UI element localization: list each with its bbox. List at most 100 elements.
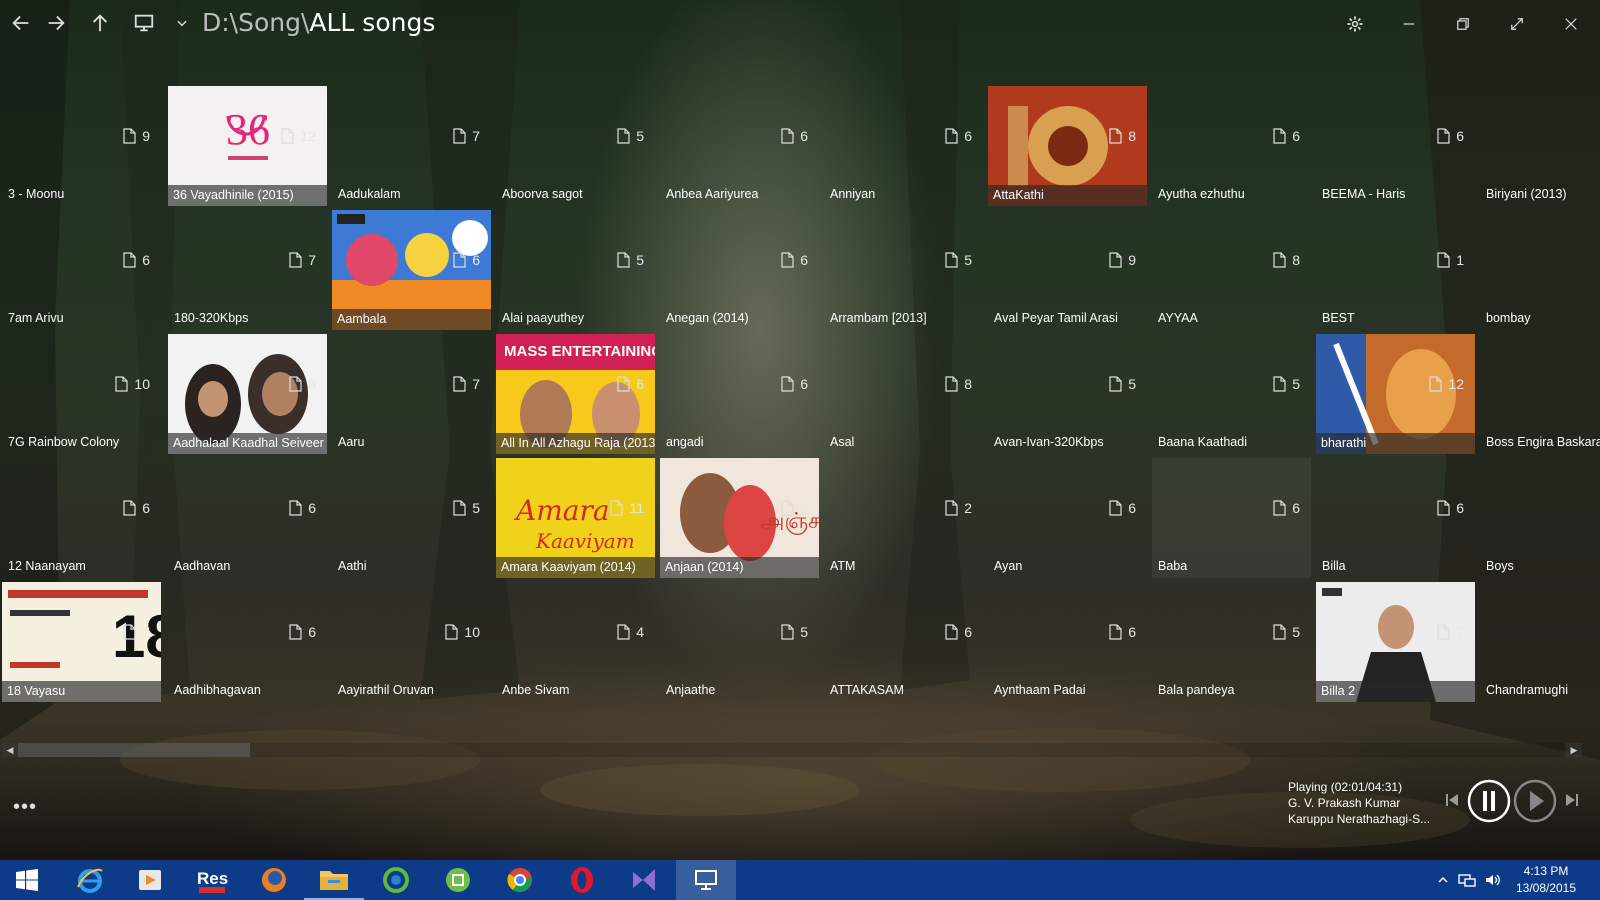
folder-tile[interactable]: 8 Aadhalaal Kaadhal Seiveer (168, 334, 327, 454)
pause-button[interactable] (1466, 778, 1512, 824)
file-count-value: 9 (142, 128, 150, 144)
back-button[interactable] (6, 8, 36, 38)
folder-tile[interactable]: 6 Anniyan (824, 86, 983, 206)
minimize-button[interactable] (1392, 10, 1426, 38)
file-icon (617, 128, 630, 144)
folder-tile[interactable]: அஞ்சான்8Anjaan (2014) (660, 458, 819, 578)
settings-button[interactable] (1338, 10, 1372, 38)
more-options-button[interactable]: ••• (13, 797, 37, 817)
taskbar-clock[interactable]: 4:13 PM 13/08/2015 (1500, 863, 1592, 897)
folder-tile[interactable]: 6 Anbea Aariyurea (660, 86, 819, 206)
folder-tile[interactable]: 5 Bala pandeya (1152, 582, 1311, 702)
file-count-value: 5 (636, 128, 644, 144)
folder-tile[interactable]: 6 Ayan (988, 458, 1147, 578)
folder-tile[interactable]: 6 angadi (660, 334, 819, 454)
folder-tile[interactable]: Boss Engira Baskaran (1480, 334, 1600, 454)
folder-tile[interactable]: 6 Aadhavan (168, 458, 327, 578)
folder-tile[interactable]: 36 12 36 Vayadhinile (2015) (168, 86, 327, 206)
address-path[interactable]: D:\Song\ALL songs (202, 8, 435, 37)
file-icon (123, 624, 136, 640)
folder-tile[interactable]: 7 180-320Kbps (168, 210, 327, 330)
horizontal-scrollbar[interactable]: ◀ ▶ (0, 741, 1600, 759)
folder-tile[interactable]: 4 Anbe Sivam (496, 582, 655, 702)
folder-tile[interactable]: 5 Aathi (332, 458, 491, 578)
folder-tile[interactable]: 6 ATTAKASAM (824, 582, 983, 702)
scrollbar-thumb[interactable] (18, 743, 250, 757)
folder-tile[interactable]: Amara Kaaviyam 11 Amara Kaaviyam (2014) (496, 458, 655, 578)
folder-tile[interactable]: 10 Aayirathil Oruvan (332, 582, 491, 702)
start-button[interactable] (0, 860, 54, 900)
play-button[interactable] (1512, 778, 1558, 824)
taskbar-internet-explorer[interactable] (60, 860, 120, 900)
folder-tile[interactable]: 6 Aadhibhagavan (168, 582, 327, 702)
tray-overflow-chevron-icon[interactable] (1438, 875, 1448, 885)
folder-name: Asal (830, 435, 855, 449)
taskbar-file-explorer[interactable] (304, 860, 364, 900)
folder-tile[interactable]: 7 Billa 2 (1316, 582, 1475, 702)
folder-tile[interactable]: 6 Baba (1152, 458, 1311, 578)
folder-tile[interactable]: 6 Ayutha ezhuthu (1152, 86, 1311, 206)
restore-button[interactable] (1446, 10, 1480, 38)
folder-tile[interactable]: Biriyani (2013) (1480, 86, 1600, 206)
forward-button[interactable] (41, 8, 71, 38)
folder-tile[interactable]: 8 AYYAA (1152, 210, 1311, 330)
taskbar-firefox[interactable] (244, 860, 304, 900)
folder-name: 3 - Moonu (8, 187, 65, 201)
taskbar-chrome[interactable] (490, 860, 550, 900)
folder-tile[interactable]: Chandramughi (1480, 582, 1600, 702)
folder-tile[interactable]: 6 Anegan (2014) (660, 210, 819, 330)
folder-tile[interactable]: 6 12 Naanayam (2, 458, 161, 578)
taskbar-res-app[interactable]: Res (182, 860, 242, 900)
file-count-value: 5 (800, 624, 808, 640)
folder-tile[interactable]: 5 Avan-Ivan-320Kbps (988, 334, 1147, 454)
close-button[interactable] (1554, 10, 1588, 38)
up-button[interactable] (85, 8, 115, 38)
folder-tile[interactable]: 10 7G Rainbow Colony (2, 334, 161, 454)
folder-tile[interactable]: MASS ENTERTAINING MUSIC 6 All In All Azhag… (496, 334, 655, 454)
taskbar-visual-studio[interactable] (614, 860, 674, 900)
file-count-value: 7 (472, 376, 480, 392)
taskbar-media-player[interactable] (120, 860, 180, 900)
file-explorer-icon (320, 871, 348, 890)
file-count-value: 6 (800, 376, 808, 392)
folder-tile[interactable]: 9 3 - Moonu (2, 86, 161, 206)
folder-tile[interactable]: 1 BEST (1316, 210, 1475, 330)
path-current-folder[interactable]: ALL songs (309, 8, 435, 37)
taskbar-sync-app[interactable] (366, 860, 426, 900)
folder-tile[interactable]: 8 Asal (824, 334, 983, 454)
scroll-left-arrow[interactable]: ◀ (2, 743, 18, 757)
folder-tile[interactable]: 7 Aadukalam (332, 86, 491, 206)
folder-tile[interactable]: 6 Billa (1316, 458, 1475, 578)
taskbar-store-app[interactable] (428, 860, 488, 900)
folder-tile[interactable]: 5 Alai paayuthey (496, 210, 655, 330)
previous-track-icon[interactable] (1444, 792, 1460, 808)
folder-tile[interactable]: 18718 Vayasu (2, 582, 161, 702)
folder-tile[interactable]: 2 ATM (824, 458, 983, 578)
folder-tile[interactable]: bombay (1480, 210, 1600, 330)
folder-tile[interactable]: 5 Arrambam [2013] (824, 210, 983, 330)
history-dropdown[interactable] (172, 8, 192, 38)
folder-name: ATTAKASAM (830, 683, 904, 697)
folder-tile[interactable]: 5 Aboorva sagot (496, 86, 655, 206)
file-count-value: 5 (472, 500, 480, 516)
folder-tile[interactable]: 7 Aaru (332, 334, 491, 454)
folder-tile[interactable]: 6 7am Arivu (2, 210, 161, 330)
path-root[interactable]: D:\Song\ (202, 8, 309, 37)
computer-button[interactable] (129, 8, 159, 38)
folder-tile[interactable]: 5 Baana Kaathadi (1152, 334, 1311, 454)
folder-tile[interactable]: 6 BEEMA - Haris (1316, 86, 1475, 206)
file-icon (945, 624, 958, 640)
folder-tile[interactable]: 8 AttaKathi (988, 86, 1147, 206)
taskbar-this-pc-app[interactable] (676, 860, 736, 900)
folder-tile[interactable]: Boys (1480, 458, 1600, 578)
taskbar-opera[interactable] (552, 860, 612, 900)
scroll-right-arrow[interactable]: ▶ (1566, 743, 1582, 757)
folder-tile[interactable]: 9 Aval Peyar Tamil Arasi (988, 210, 1147, 330)
folder-tile[interactable]: 6 Aambala (332, 210, 491, 330)
next-track-icon[interactable] (1564, 792, 1580, 808)
fullscreen-button[interactable] (1500, 10, 1534, 38)
folder-tile[interactable]: 12 bharathi (1316, 334, 1475, 454)
folder-tile[interactable]: 6 Aynthaam Padai (988, 582, 1147, 702)
folder-tile[interactable]: 5 Anjaathe (660, 582, 819, 702)
network-icon[interactable] (1458, 872, 1476, 888)
